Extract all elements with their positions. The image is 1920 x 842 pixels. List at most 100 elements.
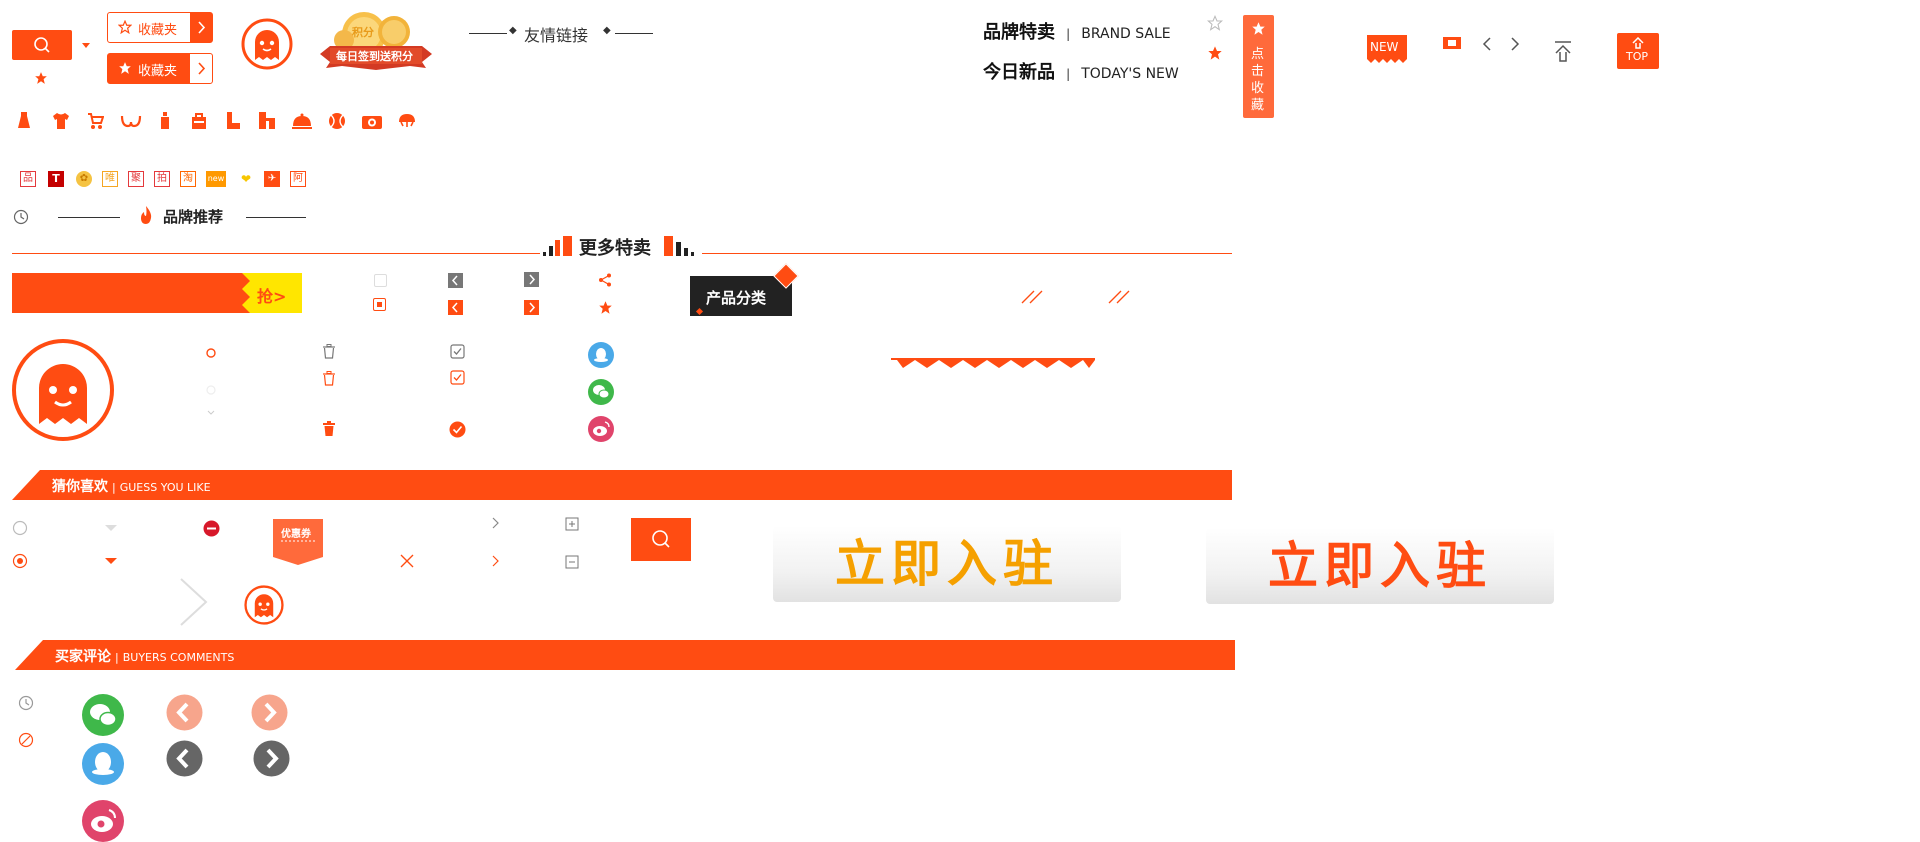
brand-icon[interactable]: 唯: [102, 171, 118, 187]
chevron-right-icon[interactable]: [1510, 37, 1520, 51]
star-icon: [35, 72, 47, 84]
trash-icon[interactable]: [322, 371, 336, 386]
chevron-left-icon[interactable]: [1482, 37, 1492, 51]
chevron-right-large-icon[interactable]: [178, 577, 210, 627]
bars-right-icon: [664, 236, 694, 256]
brand-icon[interactable]: 品: [20, 171, 36, 187]
brand-icon[interactable]: new: [206, 171, 226, 187]
top-button-text: TOP: [1626, 50, 1649, 63]
wechat-icon[interactable]: [82, 694, 124, 736]
arrow-left-gray[interactable]: [448, 273, 463, 288]
grab-bar[interactable]: 抢>: [12, 273, 302, 313]
next-circle-icon[interactable]: [251, 694, 288, 731]
signin-banner[interactable]: 积分 每日签到送积分: [316, 10, 436, 76]
tshirt-icon[interactable]: [52, 112, 70, 130]
pants-icon[interactable]: [258, 112, 276, 130]
mascot-logo-large: [12, 339, 114, 441]
brand-icon[interactable]: ✈: [264, 171, 280, 187]
bottle-icon[interactable]: [158, 112, 172, 130]
collect-button-outline[interactable]: 收藏夹: [107, 12, 213, 43]
brand-sale-cn: 品牌特卖: [983, 22, 1055, 43]
checkbox-checked-icon[interactable]: [450, 344, 465, 359]
prev-circle-icon[interactable]: [166, 740, 203, 777]
close-icon[interactable]: [400, 554, 414, 568]
brand-icon[interactable]: 拍: [154, 171, 170, 187]
radio-icon[interactable]: [205, 347, 217, 359]
ticket-icon[interactable]: [1442, 35, 1462, 51]
star-icon[interactable]: [1207, 45, 1223, 61]
bar-cut: [15, 640, 43, 670]
boot-icon[interactable]: [224, 112, 242, 130]
qq-icon[interactable]: [588, 342, 614, 368]
caret-down-icon[interactable]: [105, 558, 117, 565]
stroller-icon[interactable]: [86, 112, 104, 130]
search-button[interactable]: [12, 30, 72, 60]
qq-icon[interactable]: [82, 743, 124, 785]
share-icon[interactable]: [598, 273, 612, 287]
radio-checked-icon[interactable]: [12, 553, 28, 569]
star-icon[interactable]: [598, 300, 613, 315]
star-outline-icon: [118, 20, 132, 34]
arrow-right-gray[interactable]: [524, 272, 539, 287]
caret-down-icon[interactable]: [82, 43, 90, 49]
dish-icon[interactable]: [292, 112, 312, 130]
radio-unchecked-icon[interactable]: [12, 520, 28, 536]
star-icon: [1252, 22, 1265, 35]
arrow-right-orange[interactable]: [524, 300, 539, 315]
bars-left-icon: [543, 236, 572, 256]
checkbox-unchecked[interactable]: [374, 274, 387, 287]
friend-links-heading: ◆ 友情链接 ◆: [469, 22, 655, 45]
next-circle-icon[interactable]: [253, 740, 290, 777]
chevron-right-icon[interactable]: [492, 555, 500, 567]
brand-icon[interactable]: T: [48, 171, 64, 187]
ball-icon[interactable]: [328, 112, 346, 130]
favorite-vertical-button[interactable]: 点 击 收 藏: [1243, 15, 1274, 118]
section-title-en: BUYERS COMMENTS: [122, 651, 235, 664]
diamond-dot: [695, 307, 704, 316]
bag-icon[interactable]: [190, 112, 208, 130]
minus-circle-icon[interactable]: [203, 520, 220, 537]
brand-icon[interactable]: ✿: [76, 171, 92, 187]
lamp-icon[interactable]: [398, 112, 416, 130]
camera-icon[interactable]: [362, 114, 382, 129]
brand-icon[interactable]: 淘: [180, 171, 196, 187]
weibo-icon[interactable]: [82, 800, 124, 842]
arrow-left-orange[interactable]: [448, 300, 463, 315]
search-button-square[interactable]: [631, 518, 691, 561]
star-outline-icon[interactable]: [1207, 15, 1223, 31]
brand-icon[interactable]: 聚: [128, 171, 144, 187]
back-to-top-icon[interactable]: [1553, 40, 1573, 64]
top-button[interactable]: TOP: [1617, 33, 1659, 69]
dress-icon[interactable]: [16, 112, 32, 130]
chevron-right-icon: [198, 62, 206, 75]
separator: |: [1066, 27, 1071, 41]
checkbox-checked[interactable]: [373, 298, 386, 311]
guess-you-like-bar: 猜你喜欢 | GUESS YOU LIKE: [12, 470, 1232, 500]
chevron-right-icon: [529, 302, 536, 313]
collect-button-solid[interactable]: 收藏夹: [107, 53, 213, 84]
expand-plus-icon[interactable]: [565, 517, 579, 531]
coupon-tag[interactable]: 优惠券: [273, 519, 323, 565]
trash-filled-icon[interactable]: [322, 421, 336, 436]
brand-icon-row: 品 T ✿ 唯 聚 拍 淘 new ❤ ✈ 阿: [20, 171, 320, 189]
product-category-tag[interactable]: 产品分类: [690, 263, 799, 316]
section-title-en: GUESS YOU LIKE: [119, 481, 211, 494]
enter-now-button-orange[interactable]: 立即入驻: [1206, 528, 1554, 604]
brand-icon[interactable]: ❤: [238, 171, 254, 187]
caret-down-icon[interactable]: [105, 525, 117, 532]
product-category-label: 产品分类: [706, 289, 767, 307]
checkbox-checked-icon[interactable]: [450, 370, 465, 385]
collapse-minus-icon[interactable]: [565, 555, 579, 569]
more-sale-title: 更多特卖: [579, 238, 651, 259]
bra-icon[interactable]: [120, 114, 142, 128]
prev-circle-icon[interactable]: [166, 694, 203, 731]
brand-icon[interactable]: 阿: [290, 171, 306, 187]
check-circle-icon[interactable]: [449, 421, 466, 438]
weibo-icon[interactable]: [588, 416, 614, 442]
friend-links-title: 友情链接: [524, 26, 589, 45]
buyers-comments-bar: 买家评论 | BUYERS COMMENTS: [15, 640, 1235, 670]
wechat-icon[interactable]: [588, 379, 614, 405]
chevron-right-icon[interactable]: [492, 517, 500, 529]
enter-now-button-yellow[interactable]: 立即入驻: [773, 526, 1121, 602]
trash-icon[interactable]: [322, 344, 336, 359]
